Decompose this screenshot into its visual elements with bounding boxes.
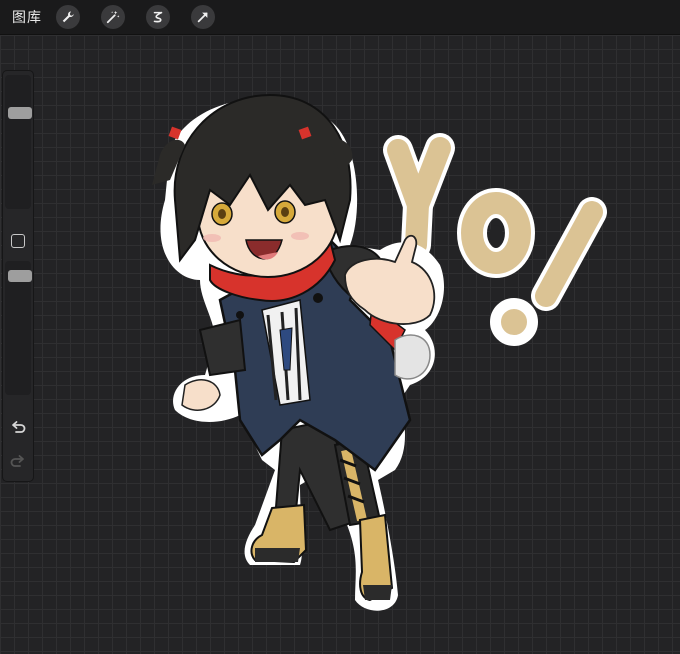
modify-button[interactable]: [11, 234, 25, 248]
wrench-icon: [62, 11, 74, 23]
opacity-slider[interactable]: [5, 261, 32, 395]
selection-button[interactable]: [146, 5, 170, 29]
actions-button[interactable]: [56, 5, 80, 29]
redo-icon[interactable]: [9, 453, 27, 471]
left-sidebar: [2, 70, 34, 482]
opacity-thumb[interactable]: [8, 269, 32, 282]
brush-size-thumb[interactable]: [8, 106, 32, 119]
magic-wand-icon: [106, 10, 120, 24]
chibi-artwork: [152, 93, 607, 611]
brush-size-slider[interactable]: [5, 75, 32, 209]
boots: [250, 503, 394, 602]
top-toolbar: 图库: [0, 0, 680, 35]
transform-arrow-icon: [197, 12, 208, 23]
transform-button[interactable]: [191, 5, 215, 29]
adjustments-button[interactable]: [101, 5, 125, 29]
selection-icon: [153, 11, 163, 23]
undo-icon[interactable]: [9, 419, 27, 437]
gallery-button[interactable]: 图库: [12, 7, 42, 27]
